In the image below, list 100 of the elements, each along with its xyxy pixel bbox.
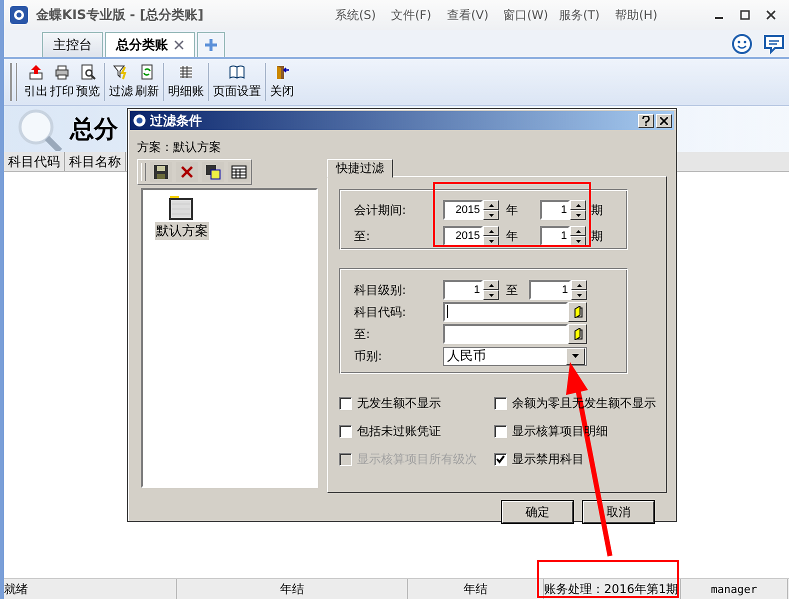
tab[interactable]: 快捷过滤	[327, 159, 393, 178]
delete-button[interactable]	[176, 162, 198, 182]
help-button[interactable]	[638, 114, 654, 128]
scheme-label: 方案：默认方案	[137, 139, 222, 156]
window-title: 金蝶KIS专业版 - [总分类账]	[36, 7, 204, 24]
down-arrow-icon	[576, 240, 580, 242]
number-field[interactable]: 1	[529, 280, 571, 300]
floppy-disk-icon	[205, 164, 221, 180]
up-arrow-icon	[576, 204, 580, 206]
tab[interactable]: 主控台	[42, 32, 103, 57]
scheme-item[interactable]: 默认方案	[155, 222, 209, 240]
spin-up-button[interactable]	[483, 280, 499, 290]
dialog-button[interactable]: 取消	[583, 501, 654, 523]
toolbar-button[interactable]: 页面设置	[212, 62, 262, 102]
number-field[interactable]: 2015	[443, 226, 483, 246]
dialog-button[interactable]: 确定	[502, 501, 573, 523]
down-arrow-icon	[488, 214, 494, 216]
toolbar-button[interactable]: 关闭	[269, 62, 295, 102]
unit-label: 期	[590, 228, 604, 244]
spin-up-button[interactable]	[483, 226, 499, 236]
toolbar-icon	[113, 64, 129, 80]
status-text: 账务处理：2016年第1期	[544, 579, 681, 599]
field-label: 至:	[354, 228, 372, 244]
close-icon[interactable]	[174, 40, 184, 50]
menu-item[interactable]: 帮助(H)	[615, 6, 671, 24]
spin-down-button[interactable]	[483, 236, 499, 246]
chat-icon[interactable]	[763, 32, 785, 54]
currency-dropdown[interactable]: 人民币	[443, 346, 587, 366]
toolbar-icon	[229, 64, 245, 80]
app-logo-icon	[10, 6, 28, 24]
checkbox[interactable]	[339, 396, 352, 410]
smiley-icon[interactable]	[731, 32, 753, 54]
lookup-button[interactable]	[568, 324, 587, 344]
column-header: 科目名称	[65, 152, 126, 171]
spin-down-button[interactable]	[570, 210, 586, 220]
field-label: 会计期间:	[354, 202, 408, 218]
down-arrow-icon	[576, 214, 580, 216]
spin-down-button[interactable]	[483, 210, 499, 220]
help-icon	[642, 116, 650, 126]
toolbar-button[interactable]: 预览	[75, 62, 101, 102]
menu-item[interactable]: 窗口(W)	[503, 6, 559, 24]
toolbar-button[interactable]: 明细账	[167, 62, 205, 102]
lookup-icon	[572, 328, 582, 340]
save-button[interactable]	[150, 162, 172, 182]
toolbar-button[interactable]: 引出	[23, 62, 49, 102]
toolbar-button[interactable]: 打印	[49, 62, 75, 102]
delete-icon	[179, 164, 195, 180]
menu-item[interactable]: 文件(F)	[391, 6, 447, 24]
status-text: 年结	[177, 579, 408, 599]
checkbox[interactable]	[494, 424, 507, 438]
number-field[interactable]: 1	[443, 280, 483, 300]
spin-up-button[interactable]	[570, 200, 586, 210]
number-field[interactable]: 2015	[443, 200, 483, 220]
app-logo-icon	[133, 114, 146, 127]
menu-item[interactable]: 服务(T)	[559, 6, 615, 24]
lookup-button[interactable]	[568, 302, 587, 322]
field-label: 科目级别:	[354, 282, 408, 298]
status-text: 年结	[408, 579, 544, 599]
unit-label: 期	[590, 202, 604, 218]
input-field[interactable]	[443, 324, 568, 344]
toolbar-button[interactable]: 过滤	[108, 62, 134, 102]
number-field[interactable]: 1	[540, 226, 570, 246]
checkbox[interactable]	[339, 424, 352, 438]
field-label: 至:	[354, 326, 372, 342]
toolbar-button[interactable]: 刷新	[134, 62, 160, 102]
menu-item[interactable]: 系统(S)	[335, 6, 391, 24]
table-icon	[231, 164, 247, 180]
close-icon	[660, 116, 668, 124]
spin-up-button[interactable]	[571, 280, 587, 290]
spin-down-button[interactable]	[571, 290, 587, 300]
save-as-button[interactable]	[202, 162, 224, 182]
new-tab-button[interactable]	[197, 32, 225, 57]
checkbox[interactable]	[494, 396, 507, 410]
number-field[interactable]: 1	[540, 200, 570, 220]
table-button[interactable]	[228, 162, 250, 182]
lookup-icon	[572, 306, 582, 318]
status-text: manager	[681, 579, 788, 599]
up-arrow-icon	[576, 230, 580, 232]
dropdown-caret-icon	[572, 354, 579, 358]
spin-down-button[interactable]	[483, 290, 499, 300]
report-title: 总分	[70, 114, 118, 145]
spin-down-button[interactable]	[570, 236, 586, 246]
toolbar-grip[interactable]	[10, 63, 17, 101]
toolbar-icon	[139, 64, 155, 80]
unit-label: 年	[505, 228, 519, 244]
menu-item[interactable]: 查看(V)	[447, 6, 503, 24]
plus-icon	[204, 38, 218, 52]
down-arrow-icon	[488, 240, 494, 242]
tab[interactable]: 总分类账	[105, 32, 195, 57]
toolbar-icon	[178, 64, 194, 80]
checkbox[interactable]	[494, 452, 507, 466]
unit-label: 年	[505, 202, 519, 218]
close-button[interactable]	[656, 114, 672, 128]
checkbox-label: 显示禁用科目	[512, 450, 584, 468]
spin-up-button[interactable]	[483, 200, 499, 210]
input-field[interactable]	[443, 302, 568, 322]
spin-up-button[interactable]	[570, 226, 586, 236]
down-arrow-icon	[488, 294, 494, 296]
toolbar-icon	[28, 64, 44, 80]
dialog-title: 过滤条件	[150, 112, 202, 130]
